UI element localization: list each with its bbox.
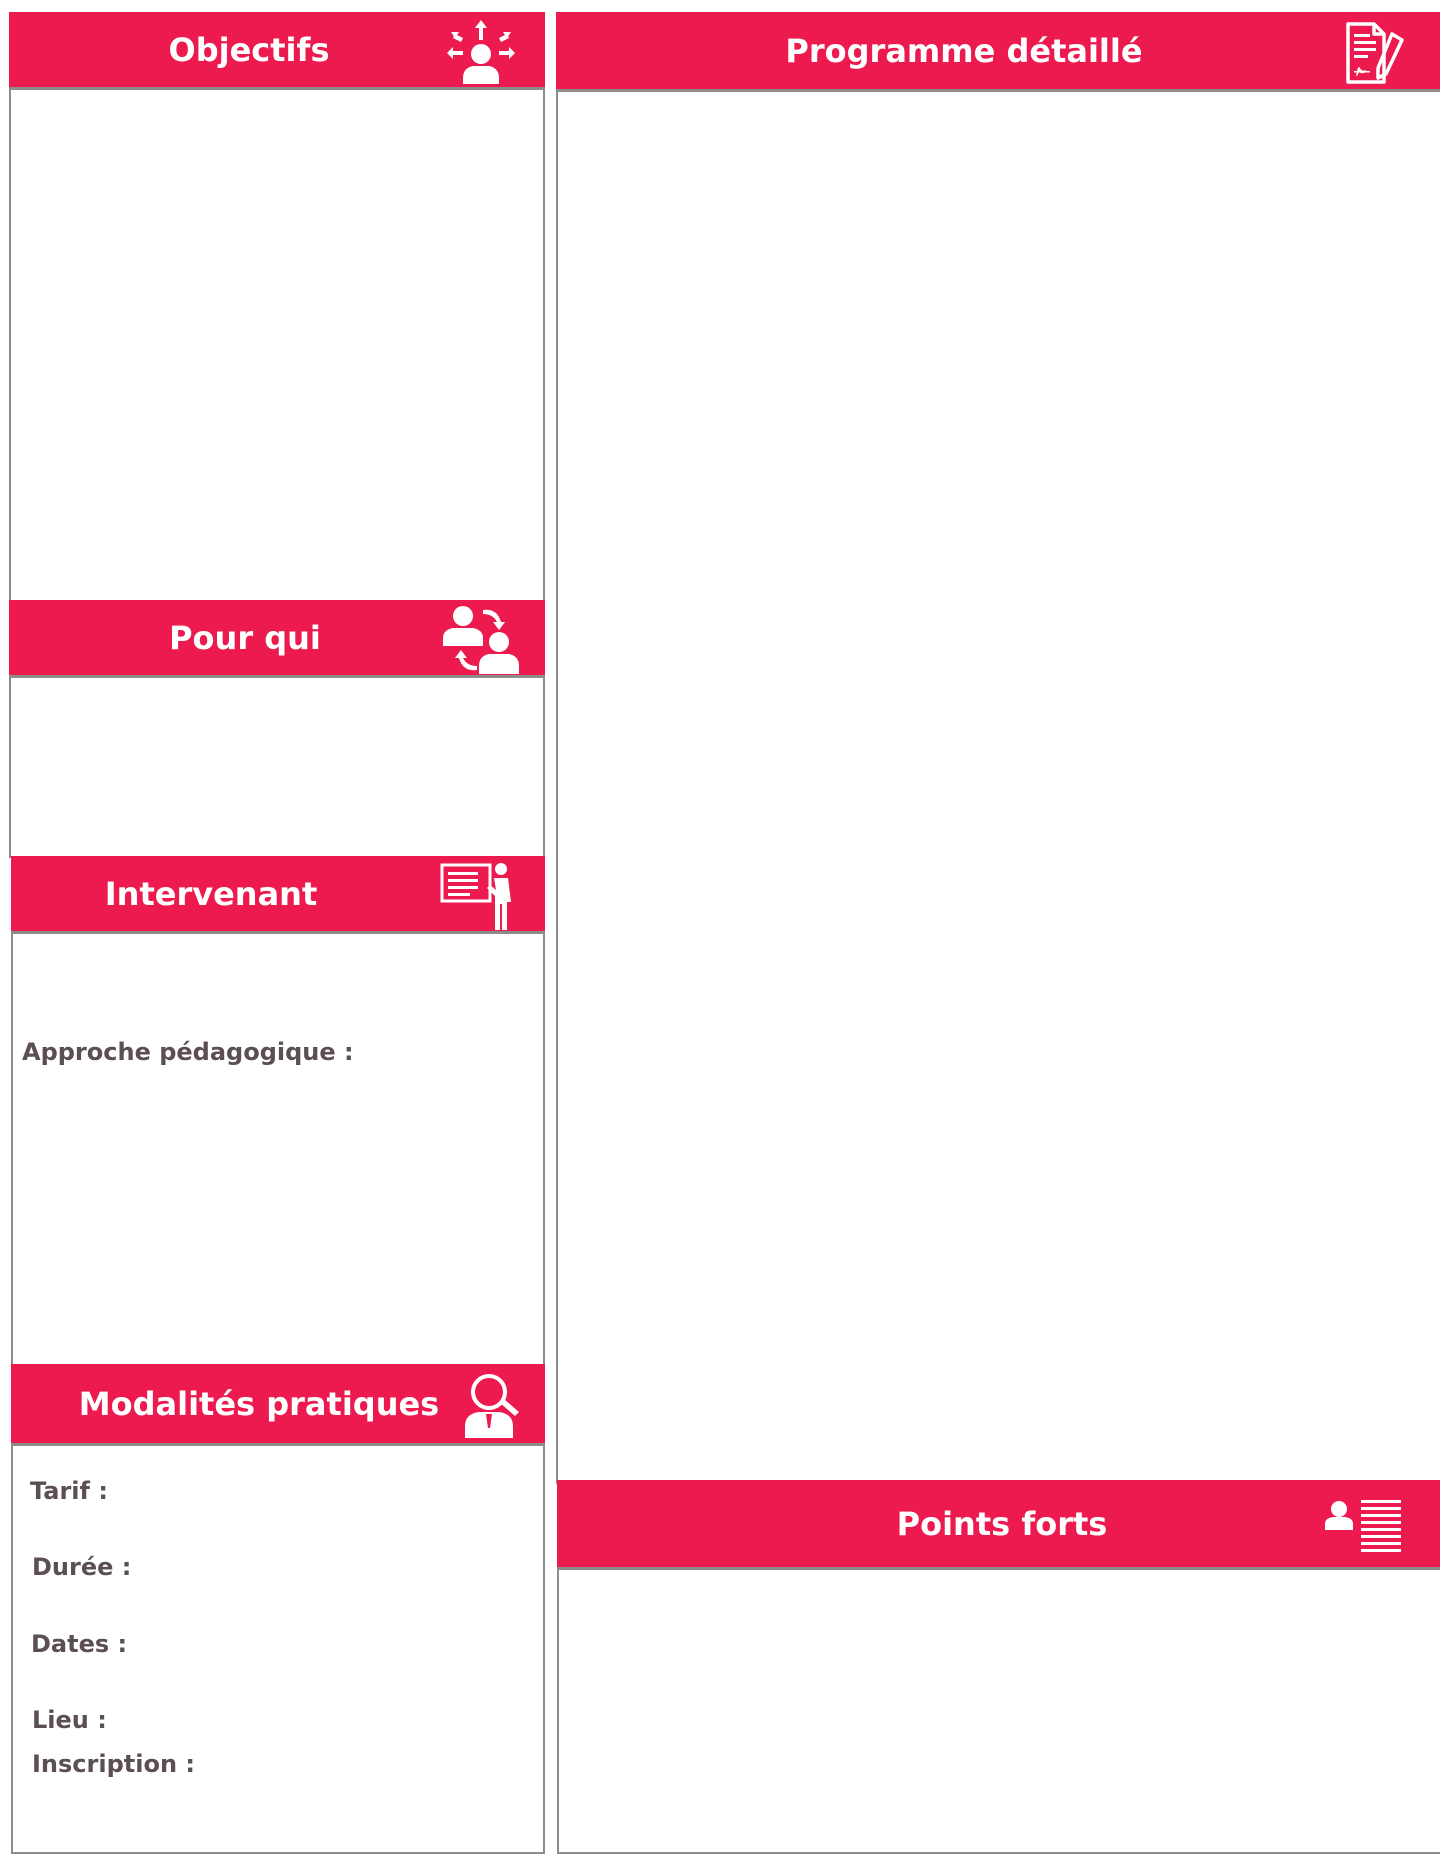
dates-label: Dates : <box>31 1630 128 1658</box>
duree-label: Durée : <box>32 1553 132 1581</box>
presenter-board-icon <box>439 862 519 932</box>
modalites-header: Modalités pratiques <box>11 1364 545 1446</box>
tarif-label: Tarif : <box>30 1477 108 1505</box>
document-pen-icon <box>1344 20 1408 86</box>
points-forts-header: Points forts <box>557 1480 1440 1570</box>
lieu-label: Lieu : <box>32 1706 107 1734</box>
pour-qui-title: Pour qui <box>169 618 321 657</box>
intervenant-header: Intervenant <box>11 856 545 934</box>
person-radiating-arrows-icon <box>447 20 515 84</box>
modalites-title: Modalités pratiques <box>78 1384 440 1423</box>
people-exchange-icon <box>441 604 527 676</box>
person-magnifier-icon <box>463 1370 535 1442</box>
objectifs-title: Objectifs <box>168 30 330 69</box>
inscription-label: Inscription : <box>32 1750 195 1778</box>
objectifs-header: Objectifs <box>9 12 545 90</box>
pour-qui-header: Pour qui <box>9 600 545 678</box>
objectifs-panel <box>9 12 545 602</box>
points-forts-title: Points forts <box>896 1504 1108 1543</box>
programme-header: Programme détaillé <box>556 12 1440 92</box>
intervenant-title: Intervenant <box>104 874 318 913</box>
programme-title: Programme détaillé <box>785 31 1143 70</box>
programme-panel <box>556 12 1440 1484</box>
approche-pedagogique-label: Approche pédagogique : <box>22 1038 354 1066</box>
person-list-icon <box>1325 1500 1401 1556</box>
